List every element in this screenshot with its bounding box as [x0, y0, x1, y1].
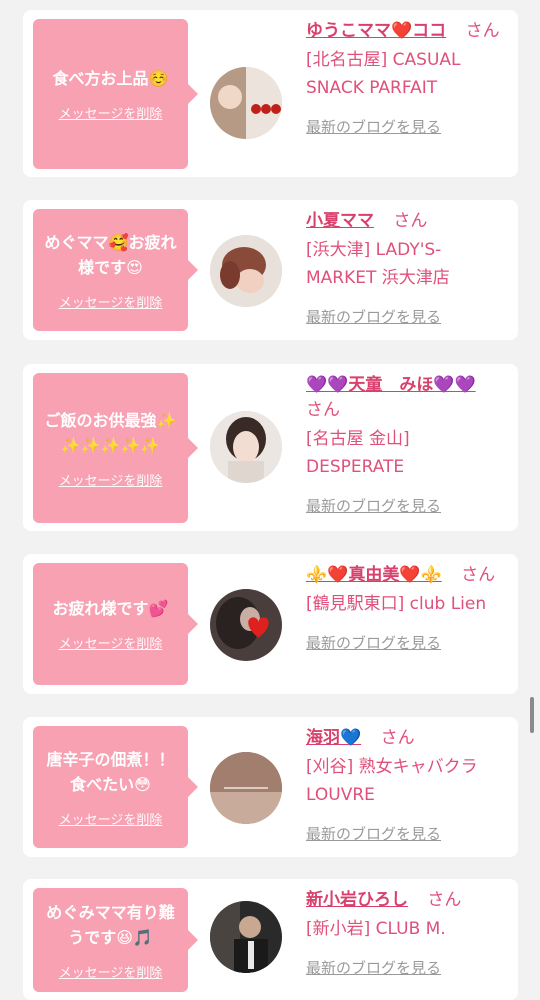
user-name-link[interactable]: ゆうこママ❤️ココ	[306, 21, 446, 41]
user-name-link[interactable]: 海羽💙	[306, 728, 361, 748]
delete-message-link[interactable]: メッセージを削除	[59, 962, 163, 981]
name-line: 新小岩ひろし さん	[306, 888, 508, 913]
avatar[interactable]	[210, 752, 282, 824]
honorific: さん	[380, 728, 415, 748]
message-bubble: めぐみママ有り難うです😆🎵 メッセージを削除	[33, 888, 198, 992]
card-info: ゆうこママ❤️ココ さん [北名古屋] CASUAL SNACK PARFAIT…	[306, 19, 508, 137]
avatar-photo	[210, 235, 282, 307]
store-info: [新小岩] CLUB M.	[306, 919, 446, 939]
store-info: [名古屋 金山] DESPERATE	[306, 429, 410, 477]
latest-blog-link[interactable]: 最新のブログを見る	[306, 495, 441, 516]
avatar-photo	[210, 589, 282, 661]
honorific: さん	[393, 211, 428, 231]
message-card: お疲れ様です💕 メッセージを削除 ⚜️❤️真由美❤️⚜️ さん [鶴見駅東口] …	[23, 554, 518, 694]
message-card: めぐみママ有り難うです😆🎵 メッセージを削除 新小岩ひろし さん [新小岩] C…	[23, 879, 518, 1000]
name-line: ゆうこママ❤️ココ さん	[306, 19, 508, 44]
delete-message-link[interactable]: メッセージを削除	[59, 633, 163, 652]
honorific: さん	[427, 890, 462, 910]
card-info: ⚜️❤️真由美❤️⚜️ さん [鶴見駅東口] club Lien 最新のブログを…	[306, 563, 508, 653]
avatar-photo	[210, 67, 282, 139]
user-name-link[interactable]: ⚜️❤️真由美❤️⚜️	[306, 565, 442, 585]
latest-blog-link[interactable]: 最新のブログを見る	[306, 957, 441, 978]
delete-message-link[interactable]: メッセージを削除	[59, 470, 163, 489]
delete-message-link[interactable]: メッセージを削除	[59, 292, 163, 311]
message-bubble: 食べ方お上品☺️ メッセージを削除	[33, 19, 198, 169]
message-card: ご飯のお供最強✨✨✨✨✨✨ メッセージを削除 💜💜天童 みほ💜💜 さん [名古屋…	[23, 364, 518, 531]
message-bubble: めぐママ🥰お疲れ様です😍 メッセージを削除	[33, 209, 198, 331]
message-card: 唐辛子の佃煮！！食べたい😳 メッセージを削除 海羽💙 さん [刈谷] 熟女キャバ…	[23, 717, 518, 857]
name-line: 小夏ママ さん	[306, 209, 508, 234]
card-info: 小夏ママ さん [浜大津] LADY'S-MARKET 浜大津店 最新のブログを…	[306, 209, 508, 327]
avatar-photo	[210, 901, 282, 973]
store-info: [浜大津] LADY'S-MARKET 浜大津店	[306, 240, 450, 288]
message-text: お疲れ様です💕	[52, 599, 169, 618]
user-name-link[interactable]: 💜💜天童 みほ💜💜	[306, 375, 476, 395]
avatar[interactable]	[210, 235, 282, 307]
message-bubble: 唐辛子の佃煮！！食べたい😳 メッセージを削除	[33, 726, 198, 848]
card-info: 海羽💙 さん [刈谷] 熟女キャバクラ LOUVRE 最新のブログを見る	[306, 726, 508, 844]
store-info: [北名古屋] CASUAL SNACK PARFAIT	[306, 50, 461, 98]
avatar[interactable]	[210, 411, 282, 483]
message-text: ご飯のお供最強✨✨✨✨✨✨	[44, 410, 177, 455]
avatar[interactable]	[210, 901, 282, 973]
message-text: めぐみママ有り難うです😆🎵	[46, 902, 175, 947]
avatar[interactable]	[210, 589, 282, 661]
card-info: 新小岩ひろし さん [新小岩] CLUB M. 最新のブログを見る	[306, 888, 508, 978]
message-bubble: お疲れ様です💕 メッセージを削除	[33, 563, 198, 685]
message-bubble: ご飯のお供最強✨✨✨✨✨✨ メッセージを削除	[33, 373, 198, 523]
card-info: 💜💜天童 みほ💜💜 さん [名古屋 金山] DESPERATE 最新のブログを見…	[306, 373, 508, 516]
latest-blog-link[interactable]: 最新のブログを見る	[306, 632, 441, 653]
honorific: さん	[306, 400, 340, 420]
message-text: 食べ方お上品☺️	[52, 69, 169, 88]
delete-message-link[interactable]: メッセージを削除	[59, 809, 163, 828]
name-line: 💜💜天童 みほ💜💜 さん	[306, 373, 508, 423]
user-name-link[interactable]: 小夏ママ	[306, 211, 374, 231]
message-text: めぐママ🥰お疲れ様です😍	[44, 232, 177, 277]
latest-blog-link[interactable]: 最新のブログを見る	[306, 306, 441, 327]
name-line: 海羽💙 さん	[306, 726, 508, 751]
honorific: さん	[461, 565, 496, 585]
honorific: さん	[465, 21, 500, 41]
message-list: 食べ方お上品☺️ メッセージを削除 ゆうこママ❤️ココ さん [北名古屋] CA…	[0, 0, 540, 1000]
avatar[interactable]	[210, 67, 282, 139]
message-card: めぐママ🥰お疲れ様です😍 メッセージを削除 小夏ママ さん [浜大津] LADY…	[23, 200, 518, 340]
latest-blog-link[interactable]: 最新のブログを見る	[306, 823, 441, 844]
message-text: 唐辛子の佃煮！！食べたい😳	[46, 749, 175, 794]
user-name-link[interactable]: 新小岩ひろし	[306, 890, 408, 910]
store-info: [鶴見駅東口] club Lien	[306, 594, 487, 614]
avatar-photo	[210, 411, 282, 483]
scrollbar[interactable]	[530, 697, 534, 733]
store-info: [刈谷] 熟女キャバクラ LOUVRE	[306, 757, 478, 805]
latest-blog-link[interactable]: 最新のブログを見る	[306, 116, 441, 137]
avatar-photo	[210, 752, 282, 824]
message-card: 食べ方お上品☺️ メッセージを削除 ゆうこママ❤️ココ さん [北名古屋] CA…	[23, 10, 518, 177]
name-line: ⚜️❤️真由美❤️⚜️ さん	[306, 563, 508, 588]
delete-message-link[interactable]: メッセージを削除	[59, 103, 163, 122]
